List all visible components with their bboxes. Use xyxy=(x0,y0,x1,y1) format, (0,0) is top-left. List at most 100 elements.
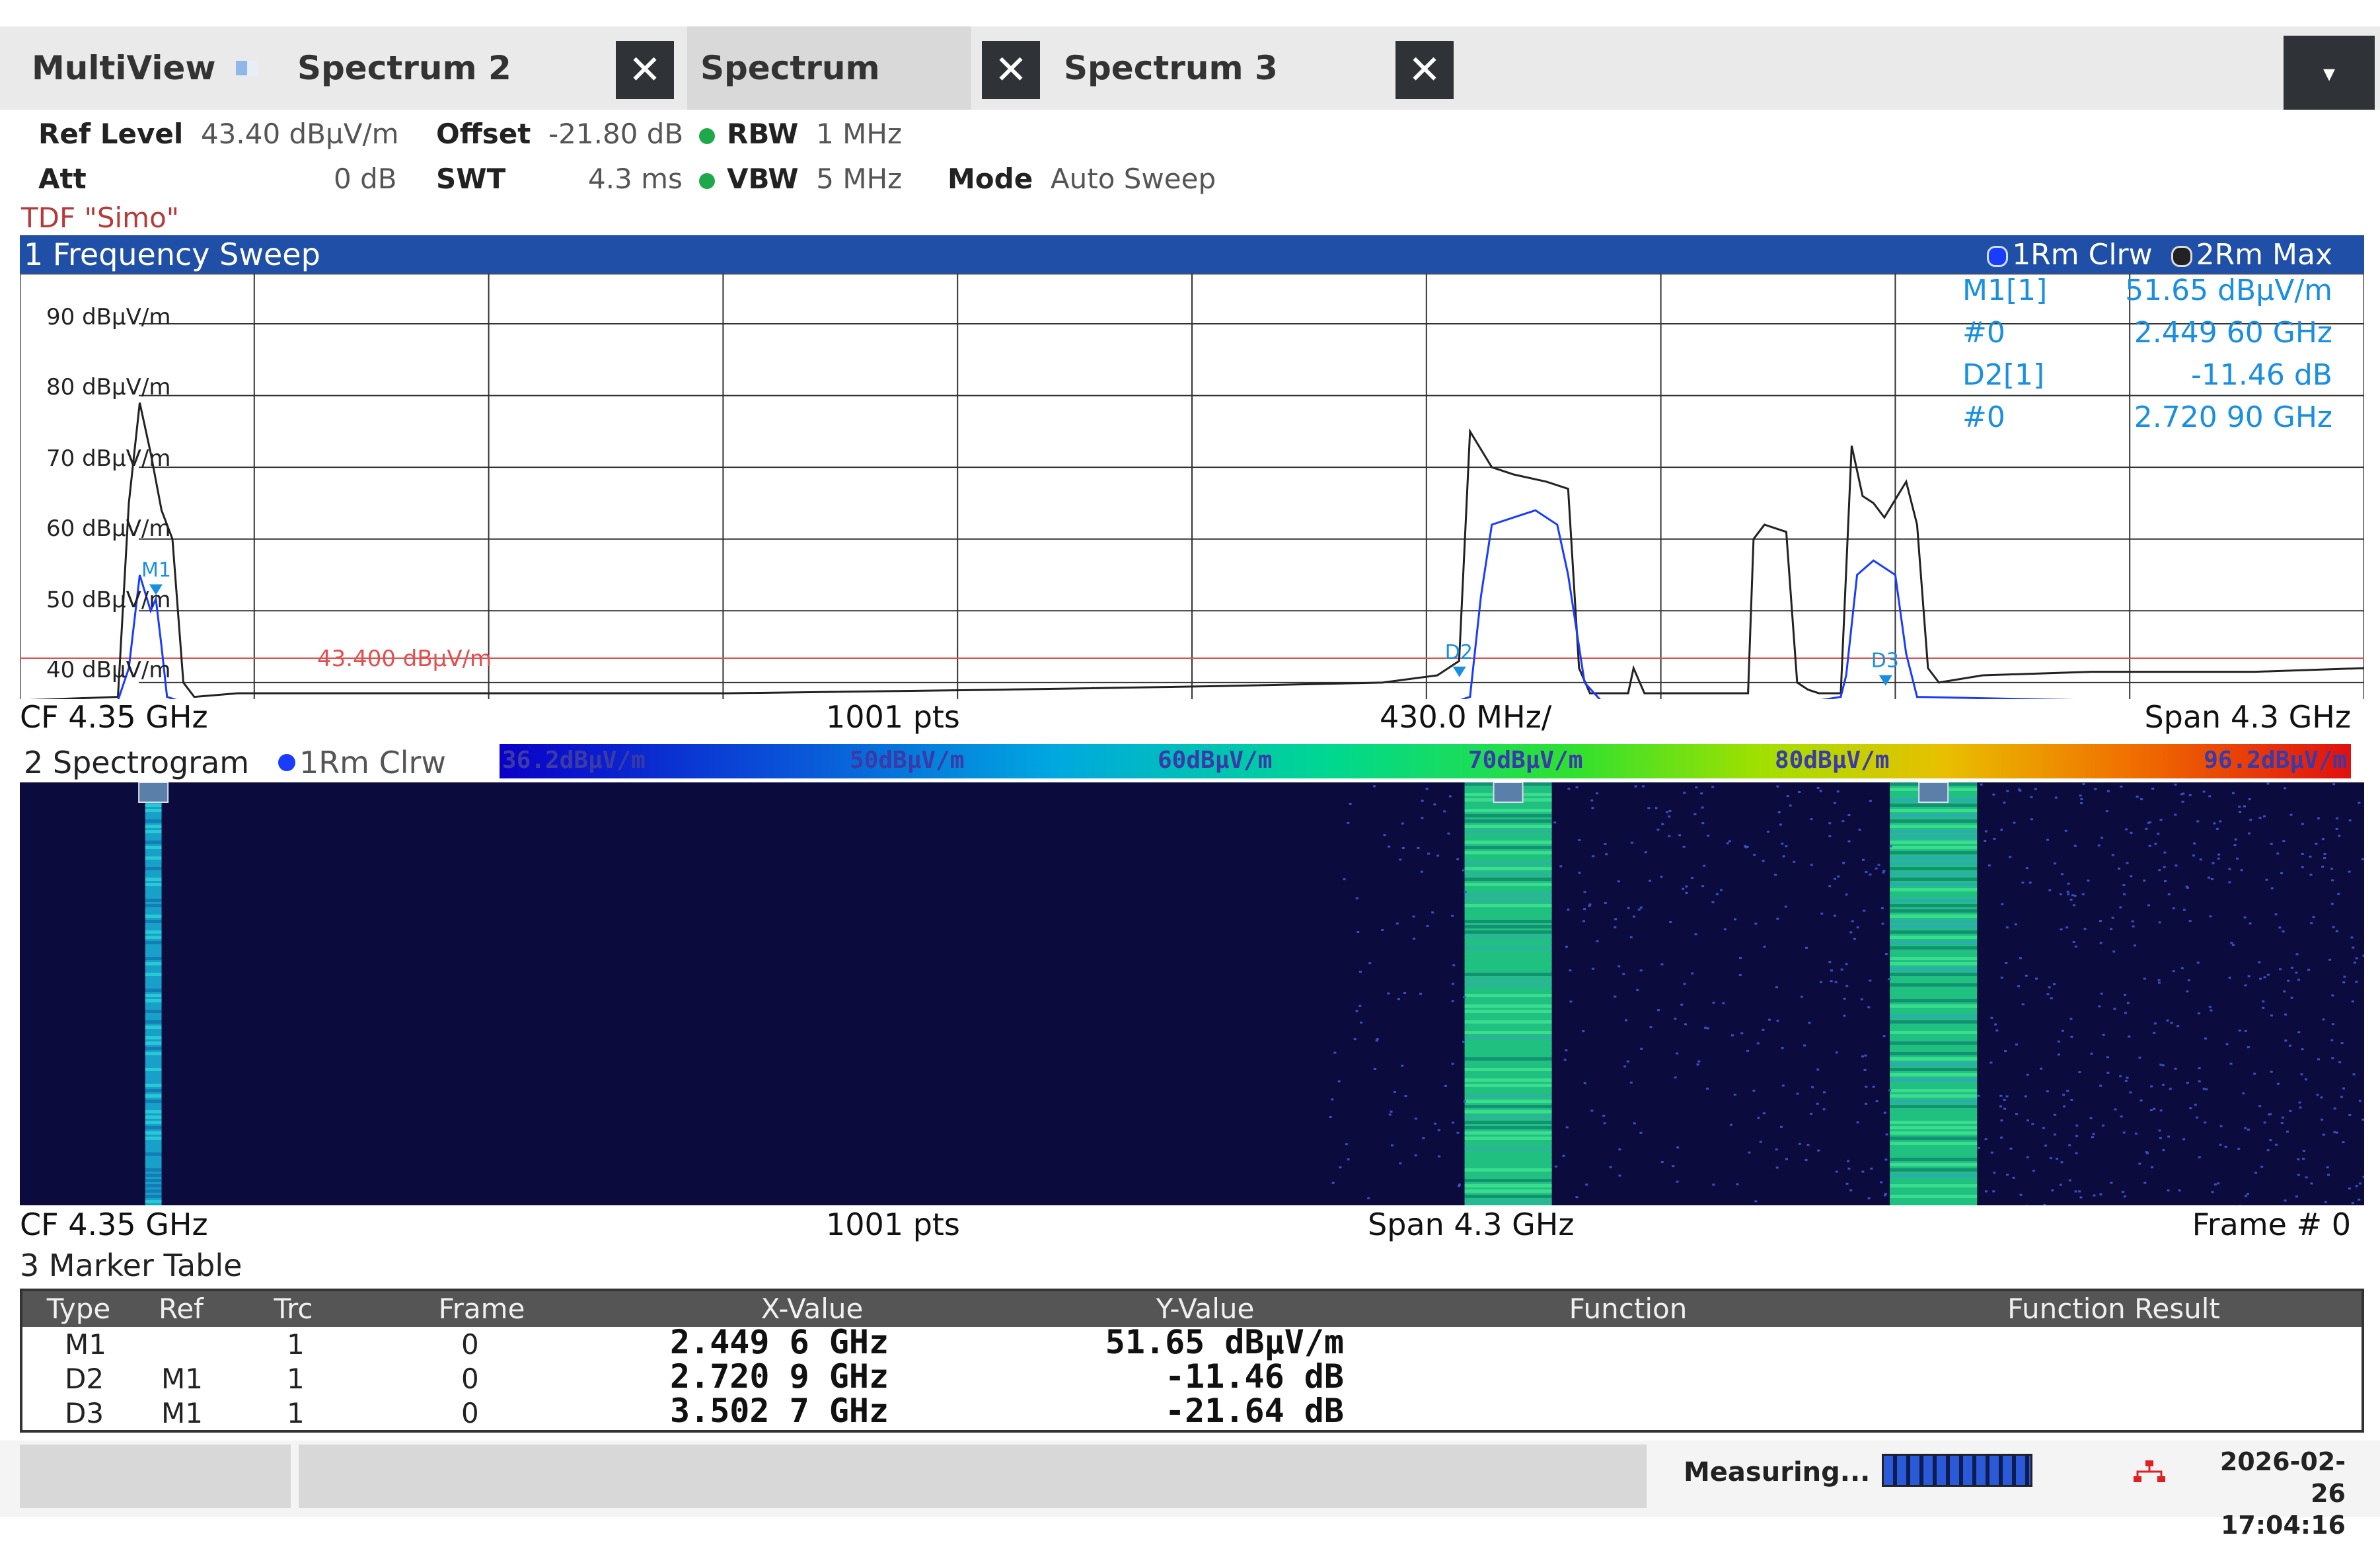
spectrogram-row xyxy=(145,1078,162,1082)
spectrogram-noise xyxy=(1841,820,1844,822)
spectrogram-noise xyxy=(1739,974,1742,976)
spectrogram-row xyxy=(1465,989,1552,992)
swt[interactable]: SWT xyxy=(436,163,505,195)
spectrogram-noise xyxy=(2015,923,2017,925)
spectrogram-noise xyxy=(1865,871,1867,873)
spectrogram-noise xyxy=(1563,1155,1565,1157)
spectrogram-noise xyxy=(2324,1201,2327,1203)
spectrogram-row xyxy=(1890,999,1977,1002)
spectrogram-noise xyxy=(2186,887,2189,889)
spectrogram-row xyxy=(1465,1078,1552,1082)
spectrogram-noise xyxy=(1780,1126,1783,1128)
spectrogram-row xyxy=(1890,841,1977,844)
spectrogram-noise xyxy=(1452,983,1454,985)
spectrogram-noise xyxy=(2299,1102,2301,1104)
spectrogram-noise xyxy=(2310,1182,2313,1184)
spectrogram-noise xyxy=(2102,1125,2104,1127)
mode[interactable]: Mode Auto Sweep xyxy=(948,163,1216,195)
spectrogram-noise xyxy=(1331,1098,1333,1100)
marker-table-title[interactable]: 3 Marker Table xyxy=(20,1248,242,1283)
spectrogram-noise xyxy=(2244,917,2247,919)
close-icon[interactable]: ✕ xyxy=(1395,41,1454,99)
spectrogram-row xyxy=(1465,978,1552,981)
spectrogram-noise xyxy=(1449,796,1452,798)
spectrogram-noise xyxy=(1391,1145,1394,1146)
sweep-window-header[interactable]: 1 Frequency Sweep 1Rm Clrw 2Rm Max xyxy=(20,235,2364,274)
spectrogram-noise xyxy=(1376,1038,1379,1040)
close-icon[interactable]: ✕ xyxy=(982,41,1040,99)
spectrogram-noise xyxy=(2158,869,2161,871)
table-row[interactable]: D3 M1 1 0 3.502 7 GHz -21.64 dB xyxy=(22,1397,2361,1431)
spectrogram-noise xyxy=(1553,821,1556,823)
status-field[interactable] xyxy=(20,1445,291,1508)
spectrogram-noise xyxy=(2163,866,2166,868)
spectrogram-noise xyxy=(1890,845,1892,847)
spectrogram-noise xyxy=(2284,1199,2287,1201)
spectrogram-noise xyxy=(1456,1132,1459,1134)
spectrogram-noise xyxy=(1774,874,1777,876)
spectrogram-noise xyxy=(2208,877,2210,879)
spectrogram-noise xyxy=(1869,979,1871,981)
close-icon[interactable]: ✕ xyxy=(616,41,674,99)
spectrogram-noise xyxy=(1888,978,1890,980)
spectrogram-noise xyxy=(2269,1113,2272,1115)
spectrogram-row xyxy=(1890,1168,1977,1172)
spectrogram-row xyxy=(1465,1031,1552,1034)
spectrogram-noise xyxy=(2334,1108,2336,1109)
marker-info-row: M1[1]51.65 dBµV/m xyxy=(1962,274,2332,316)
spectrogram-noise xyxy=(2342,1088,2345,1090)
spectrogram-plot[interactable] xyxy=(20,782,2364,1205)
spectrogram-noise xyxy=(2163,852,2166,854)
spectrogram-noise xyxy=(1381,929,1384,931)
spectrogram-row xyxy=(1890,1174,1977,1177)
spectrogram-image xyxy=(20,782,2364,1205)
spectrogram-row xyxy=(1890,989,1977,992)
spectrogram-noise xyxy=(2001,977,2003,979)
spectrogram-noise xyxy=(2130,832,2132,834)
spectrogram-noise xyxy=(1462,869,1465,871)
spectrogram-noise xyxy=(2034,788,2037,790)
vbw[interactable]: VBW 5 MHz xyxy=(699,163,902,195)
spectrogram-noise xyxy=(2017,985,2020,987)
att[interactable]: Att xyxy=(38,163,87,195)
spectrogram-row xyxy=(1465,1047,1552,1050)
spectrogram-noise xyxy=(2244,1127,2247,1129)
spectrogram-row xyxy=(1465,1126,1552,1129)
chevron-down-icon[interactable]: ▾ xyxy=(2284,36,2375,111)
tab-spectrum-3[interactable]: Spectrum 3 xyxy=(1051,26,1381,110)
tab-spectrum-2[interactable]: Spectrum 2 xyxy=(284,26,614,110)
spectrogram-noise xyxy=(2079,1197,2082,1199)
spectrogram-row xyxy=(145,1052,162,1055)
spectrogram-row xyxy=(1890,814,1977,817)
spectrogram-noise xyxy=(1649,880,1651,882)
spectrogram-noise xyxy=(2203,791,2206,793)
spectrogram-noise xyxy=(1387,993,1390,995)
spectrogram-noise xyxy=(2265,879,2268,881)
offset[interactable]: Offset -21.80 dB xyxy=(436,118,683,150)
spectrogram-noise xyxy=(2321,866,2324,868)
cell-trc: 1 xyxy=(287,1328,305,1361)
spectrogram-noise xyxy=(2236,858,2239,860)
spectrogram-noise xyxy=(2066,1090,2069,1092)
spectrogram-noise xyxy=(2107,790,2110,792)
spectrogram-noise xyxy=(1845,893,1848,895)
spectrogram-noise xyxy=(2258,961,2260,963)
ref-level[interactable]: Ref Level 43.40 dBµV/m xyxy=(38,118,399,150)
status-field[interactable] xyxy=(299,1445,1647,1508)
spectrogram-row xyxy=(145,862,162,865)
spectrogram-noise xyxy=(2247,1193,2249,1195)
spectrogram-row xyxy=(1465,1026,1552,1029)
spectrogram-row xyxy=(1890,941,1977,944)
spectrogram-noise xyxy=(2342,981,2345,983)
spectrogram-noise xyxy=(2186,991,2188,993)
frequency-sweep-chart[interactable]: 43.400 dBµV/mM1D2D3 90 dBµV/m 80 dBµV/m … xyxy=(20,274,2364,700)
spectrogram-noise xyxy=(2295,1195,2298,1197)
tab-spectrum[interactable]: Spectrum xyxy=(687,26,971,110)
spectrogram-row xyxy=(1465,1163,1552,1166)
network-icon[interactable] xyxy=(2131,1459,2168,1485)
rbw[interactable]: RBW 1 MHz xyxy=(699,118,902,150)
tab-multiview[interactable]: MultiView xyxy=(19,26,296,110)
spectrogram-noise xyxy=(1684,1023,1687,1025)
spectrogram-noise xyxy=(2006,1174,2009,1176)
spectrogram-noise xyxy=(2134,944,2136,946)
